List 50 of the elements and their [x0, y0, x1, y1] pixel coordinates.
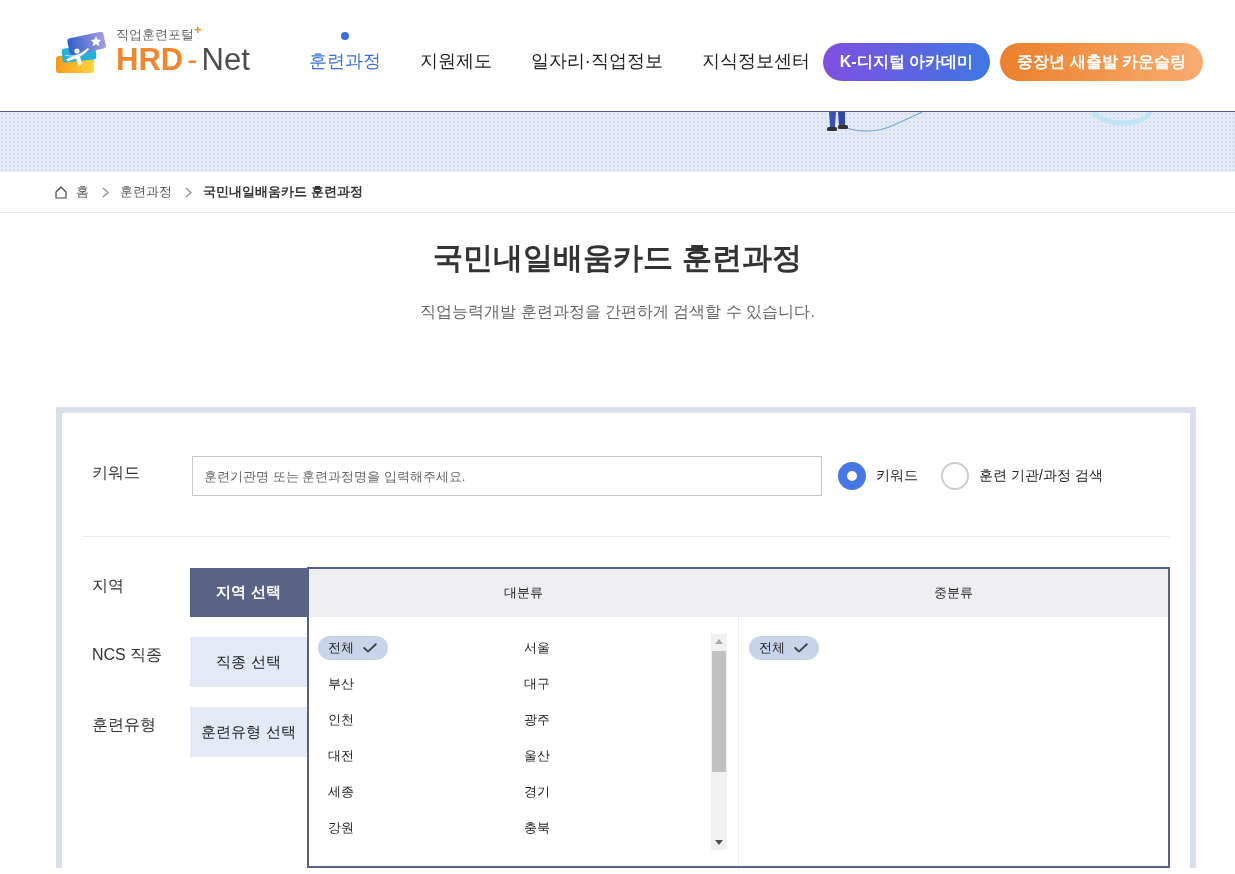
region-option[interactable]: 강원	[318, 816, 365, 840]
region-option[interactable]: 대구	[514, 672, 561, 696]
nav-tab[interactable]: 훈련과정	[308, 49, 381, 73]
check-icon	[363, 643, 377, 653]
field-label: 키워드	[92, 462, 141, 483]
region-option[interactable]: 인천	[318, 708, 365, 732]
page-title: 국민내일배움카드 훈련과정	[432, 240, 803, 276]
swirl-drawing	[1091, 112, 1153, 126]
field-label: NCS 직종	[92, 645, 164, 665]
region-option[interactable]: 울산	[514, 744, 561, 768]
promo-button[interactable]: K-디지털 아카데미	[822, 43, 991, 81]
radio-button[interactable]	[838, 462, 866, 490]
active-dot-icon	[340, 32, 349, 40]
scrollbar-thumb[interactable]	[712, 651, 726, 772]
region-option[interactable]: 세종	[318, 780, 365, 804]
logo-icon[interactable]	[55, 32, 107, 74]
field-label: 지역	[92, 576, 125, 596]
scrollbar[interactable]	[711, 634, 727, 850]
region-option[interactable]: 서울	[514, 636, 561, 660]
region-option[interactable]: 경기	[514, 780, 561, 804]
region-option[interactable]: 대전	[318, 744, 365, 768]
region-option[interactable]: 전체	[749, 636, 819, 660]
check-icon	[794, 643, 808, 653]
nav-tab[interactable]: 지식정보센터	[701, 49, 810, 73]
region-option[interactable]: 전체	[318, 636, 388, 660]
region-option[interactable]: 부산	[318, 672, 365, 696]
region-option[interactable]: 충북	[514, 816, 561, 840]
chevron-icon	[185, 186, 192, 198]
column-header: 대분류	[503, 584, 545, 602]
breadcrumb-link[interactable]: 국민내일배움카드 훈련과정	[203, 183, 363, 201]
logo-wordmark: HRD-Net	[116, 44, 250, 75]
column-header: 중분류	[932, 584, 974, 602]
field-label: 훈련유형	[92, 715, 157, 735]
page-subtitle: 직업능력개발 훈련과정을 간편하게 검색할 수 있습니다.	[419, 302, 816, 322]
filter-tab[interactable]: 지역 선택	[190, 568, 307, 617]
breadcrumb-link[interactable]: 훈련과정	[120, 183, 172, 201]
nav-tab[interactable]: 일자리·직업정보	[530, 49, 663, 73]
nav-tab[interactable]: 지원제도	[419, 49, 492, 73]
chevron-icon	[102, 186, 109, 198]
radio-label[interactable]: 훈련 기관/과정 검색	[979, 467, 1103, 485]
radio-label[interactable]: 키워드	[876, 467, 918, 485]
keyword-input[interactable]: 훈련기관명 또는 훈련과정명을 입력해주세요.	[192, 456, 822, 496]
person-drawing	[827, 112, 848, 131]
breadcrumb-link[interactable]: 홈	[76, 183, 89, 201]
region-option[interactable]: 광주	[514, 708, 561, 732]
filter-tab[interactable]: 직종 선택	[190, 637, 307, 687]
home-icon	[55, 185, 67, 199]
scroll-down-icon[interactable]	[715, 840, 723, 845]
scroll-up-icon[interactable]	[715, 639, 723, 644]
filter-tab[interactable]: 훈련유형 선택	[190, 707, 307, 757]
